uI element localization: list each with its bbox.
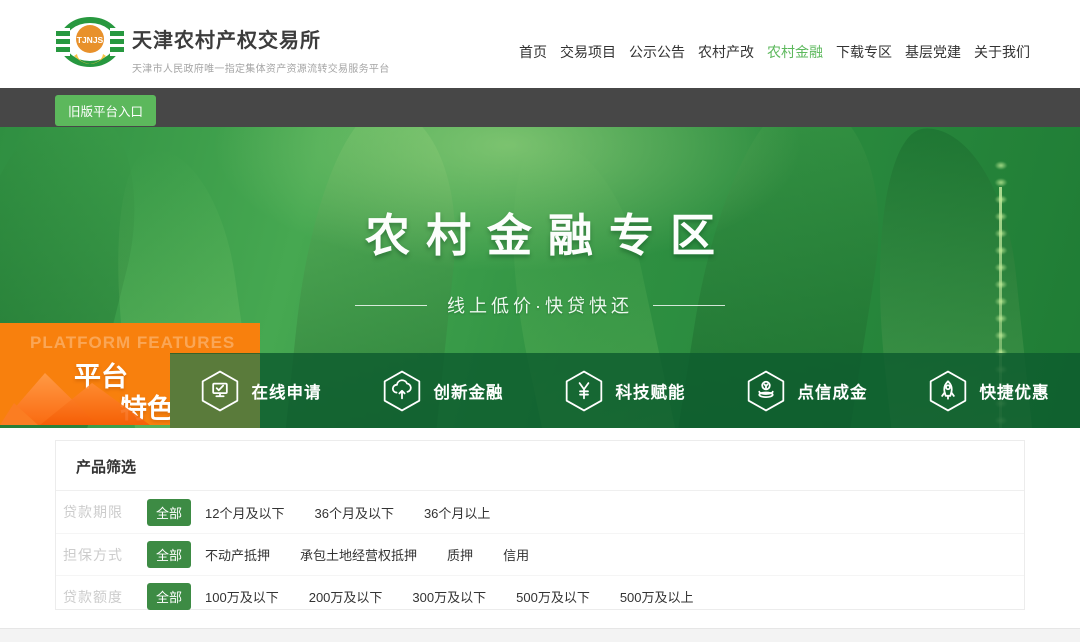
nav-item-rural-finance[interactable]: 农村金融 — [767, 42, 823, 62]
site-subtitle: 天津市人民政府唯一指定集体资产资源流转交易服务平台 — [132, 60, 390, 75]
filter-option[interactable]: 信用 — [503, 545, 529, 564]
feature-label: 快捷优惠 — [980, 379, 1050, 403]
filter-row-loan-term: 贷款期限 全部 12个月及以下 36个月及以下 36个月以上 — [56, 491, 1024, 533]
filter-label: 担保方式 — [63, 545, 147, 565]
filter-row-guarantee-method: 担保方式 全部 不动产抵押 承包土地经营权抵押 质押 信用 — [56, 533, 1024, 575]
monitor-check-icon — [201, 370, 239, 412]
feature-item-credit-to-gold[interactable]: 点信成金 — [716, 353, 898, 428]
feature-item-online-apply[interactable]: 在线申请 — [170, 353, 352, 428]
yen-icon — [565, 370, 603, 412]
subtitle-left-line — [355, 305, 427, 306]
subtitle-right-line — [653, 305, 725, 306]
banner-subtitle-text: 线上低价·快贷快还 — [447, 292, 633, 318]
filter-option[interactable]: 质押 — [447, 545, 473, 564]
nav-item-rural-reform[interactable]: 农村产改 — [698, 42, 754, 62]
filter-all-button[interactable]: 全部 — [147, 541, 191, 568]
banner-subtitle: 线上低价·快贷快还 — [355, 292, 725, 318]
nav-item-downloads[interactable]: 下载专区 — [836, 42, 892, 62]
product-filter-card: 产品筛选 贷款期限 全部 12个月及以下 36个月及以下 36个月以上 担保方式… — [55, 440, 1025, 610]
filter-option[interactable]: 不动产抵押 — [205, 545, 270, 564]
page: TJNJS 天津农村产权交易所 天津市人民政府唯一指定集体资产资源流转交易服务平… — [0, 0, 1080, 642]
feature-label: 科技赋能 — [616, 379, 686, 403]
feature-label: 在线申请 — [252, 379, 322, 403]
filter-label: 贷款期限 — [63, 502, 147, 522]
logo-icon: TJNJS — [52, 12, 128, 76]
site-title: 天津农村产权交易所 — [132, 24, 390, 53]
cloud-upload-icon — [383, 370, 421, 412]
filter-option[interactable]: 承包土地经营权抵押 — [300, 545, 417, 564]
filter-all-button[interactable]: 全部 — [147, 583, 191, 610]
footer-strip — [0, 628, 1080, 642]
filter-option[interactable]: 36个月以上 — [424, 503, 490, 522]
brand-block: 天津农村产权交易所 天津市人民政府唯一指定集体资产资源流转交易服务平台 — [132, 24, 390, 75]
feature-label: 点信成金 — [798, 379, 868, 403]
filter-option[interactable]: 100万及以下 — [205, 587, 279, 606]
filter-option[interactable]: 200万及以下 — [309, 587, 383, 606]
feature-item-quick-discount[interactable]: 快捷优惠 — [898, 353, 1080, 428]
feature-item-innovative-finance[interactable]: 创新金融 — [352, 353, 534, 428]
site-logo[interactable]: TJNJS — [52, 12, 128, 76]
feature-label: 创新金融 — [434, 379, 504, 403]
coins-icon — [747, 370, 785, 412]
rocket-icon — [929, 370, 967, 412]
filter-card-title: 产品筛选 — [56, 441, 1024, 491]
filter-option[interactable]: 36个月及以下 — [314, 503, 393, 522]
nav-item-home[interactable]: 首页 — [519, 42, 547, 62]
feature-item-tech-empowerment[interactable]: 科技赋能 — [534, 353, 716, 428]
old-platform-entry-button[interactable]: 旧版平台入口 — [55, 95, 156, 126]
filter-option[interactable]: 12个月及以下 — [205, 503, 284, 522]
nav-item-announcements[interactable]: 公示公告 — [629, 42, 685, 62]
nav-item-party-building[interactable]: 基层党建 — [905, 42, 961, 62]
svg-text:TJNJS: TJNJS — [77, 35, 104, 45]
filter-row-loan-amount: 贷款额度 全部 100万及以下 200万及以下 300万及以下 500万及以下 … — [56, 575, 1024, 617]
nav-item-trade-projects[interactable]: 交易项目 — [560, 42, 616, 62]
filter-option[interactable]: 500万及以上 — [620, 587, 694, 606]
banner-title: 农村金融专区 — [349, 199, 731, 264]
secondary-topbar: 旧版平台入口 — [0, 88, 1080, 127]
main-nav: 首页 交易项目 公示公告 农村产改 农村金融 下载专区 基层党建 关于我们 — [519, 42, 1030, 62]
filter-label: 贷款额度 — [63, 587, 147, 607]
nav-item-about-us[interactable]: 关于我们 — [974, 42, 1030, 62]
filter-all-button[interactable]: 全部 — [147, 499, 191, 526]
site-header: TJNJS 天津农村产权交易所 天津市人民政府唯一指定集体资产资源流转交易服务平… — [0, 0, 1080, 88]
feature-menu-bar: 在线申请 创新金融 科技赋能 — [170, 353, 1080, 428]
filter-option[interactable]: 300万及以下 — [412, 587, 486, 606]
filter-option[interactable]: 500万及以下 — [516, 587, 590, 606]
platform-features-eyebrow: PLATFORM FEATURES — [30, 333, 235, 353]
